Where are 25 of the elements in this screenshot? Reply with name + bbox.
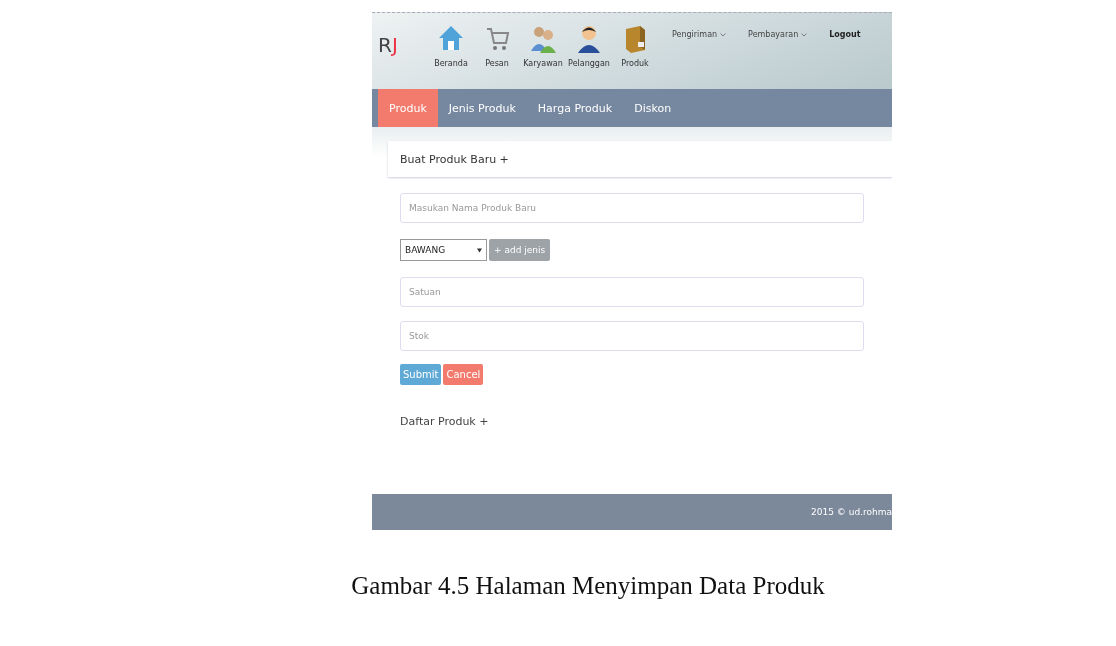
input-field[interactable]: Stok (400, 321, 864, 351)
dropdown-menu[interactable]: Pembayaran (748, 30, 808, 39)
dropdown-field[interactable]: BAWANG (400, 239, 487, 261)
nav-item[interactable]: Pelanggan (566, 23, 612, 68)
nav-item[interactable]: Beranda (428, 23, 474, 68)
logout-link[interactable]: Logout (829, 30, 861, 39)
tab[interactable]: Harga Produk (526, 89, 624, 127)
section-title: Daftar Produk + (400, 415, 490, 428)
dropdown-menu[interactable]: Pengiriman (672, 30, 727, 39)
tab[interactable]: Jenis Produk (437, 89, 527, 127)
nav-item[interactable]: Produk (612, 23, 658, 68)
input-field[interactable]: Masukan Nama Produk Baru (400, 193, 864, 223)
chevron-down-icon (720, 32, 727, 37)
input-field[interactable]: Satuan (400, 277, 864, 307)
nav-item[interactable]: Pesan (474, 23, 520, 68)
chevron-down-icon (801, 32, 808, 37)
person-icon (575, 23, 603, 53)
form-title: Buat Produk Baru + (388, 141, 892, 177)
house-icon (437, 23, 465, 53)
nav-item[interactable]: Karyawan (520, 23, 566, 68)
dropdown-arrow-icon (477, 247, 482, 253)
footer-text: 2015 © ud.rohma (372, 494, 892, 530)
logo: RJ (378, 33, 399, 57)
figure-caption: Gambar 4.5 Halaman Menyimpan Data Produk (350, 572, 826, 600)
tab[interactable]: Diskon (623, 89, 683, 127)
